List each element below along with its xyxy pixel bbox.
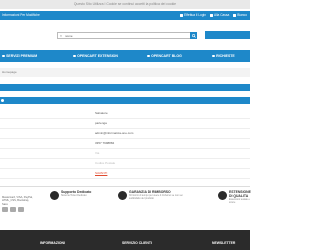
nav-richieste[interactable]: RICHIESTE [212, 50, 235, 62]
cart-icon [210, 14, 213, 17]
footer-newsletter: NEWSLETTER [212, 241, 236, 245]
theme-link[interactable]: Bianco [233, 11, 247, 20]
field-save: SAVANTI [0, 168, 250, 179]
search-box: × [57, 32, 197, 40]
nav-icon [73, 54, 76, 58]
footer-columns: INFORMAZIONI SERVIZIO CLIENTI NEWSLETTER [0, 230, 250, 250]
social-icon[interactable] [2, 207, 8, 212]
cart-button[interactable] [205, 31, 250, 39]
topbar-links: Effettua il Login Alla Cassa Bianco [180, 11, 247, 20]
footer-informazioni: INFORMAZIONI [40, 241, 65, 245]
user-icon [180, 14, 184, 17]
feature-support: Supporto Dedicato Sistema Ticket Dedicato [50, 190, 91, 200]
nav-servizi-premium[interactable]: SERVIZI PREMIUM [2, 50, 37, 62]
checkout-link[interactable]: Alla Cassa [210, 11, 229, 20]
feature-refund: GARANZIA DI RIMBORSO 30 Giorni di tempo p… [118, 190, 188, 200]
refund-icon [118, 191, 127, 200]
cookie-notice: Questo Sito Utilizza I Cookie se continu… [0, 0, 250, 9]
search-input[interactable] [58, 33, 185, 38]
nav-icon [2, 54, 5, 58]
account-section-bar [0, 97, 250, 104]
search-icon [191, 34, 196, 38]
social-icon[interactable] [10, 207, 16, 212]
social-icon[interactable] [18, 207, 24, 212]
nav-opencart-blog[interactable]: OPENCART BLOG [147, 50, 182, 62]
payment-methods: Mastercard, VISA, PayPal, HTML_CSS, Boot… [2, 196, 33, 206]
top-bar: Informazioni Per Modifiche Effettua il L… [0, 11, 250, 20]
topbar-info: Informazioni Per Modifiche [2, 13, 40, 17]
nav-opencart-extension[interactable]: OPENCART EXTENSION [73, 50, 118, 62]
breadcrumb: Homepage [0, 68, 250, 77]
main-nav: SERVIZI PREMIUM OPENCART EXTENSION OPENC… [0, 50, 250, 62]
headset-icon [50, 191, 59, 200]
nav-icon [147, 54, 150, 58]
clear-icon[interactable]: × [60, 34, 62, 38]
info-icon [1, 99, 4, 102]
feature-quality: ESTENSIONE DI QUALITA Estensioni testate … [218, 190, 252, 204]
breadcrumb-home[interactable]: Homepage [2, 68, 17, 77]
social-links [2, 207, 24, 212]
search-button[interactable] [190, 32, 197, 40]
square-icon [233, 14, 237, 17]
nav-icon [212, 54, 215, 58]
login-link[interactable]: Effettua il Login [180, 11, 206, 20]
section-header-bar [0, 84, 250, 91]
quality-icon [218, 191, 227, 200]
footer-servizio-clienti: SERVIZIO CLIENTI [122, 241, 152, 245]
